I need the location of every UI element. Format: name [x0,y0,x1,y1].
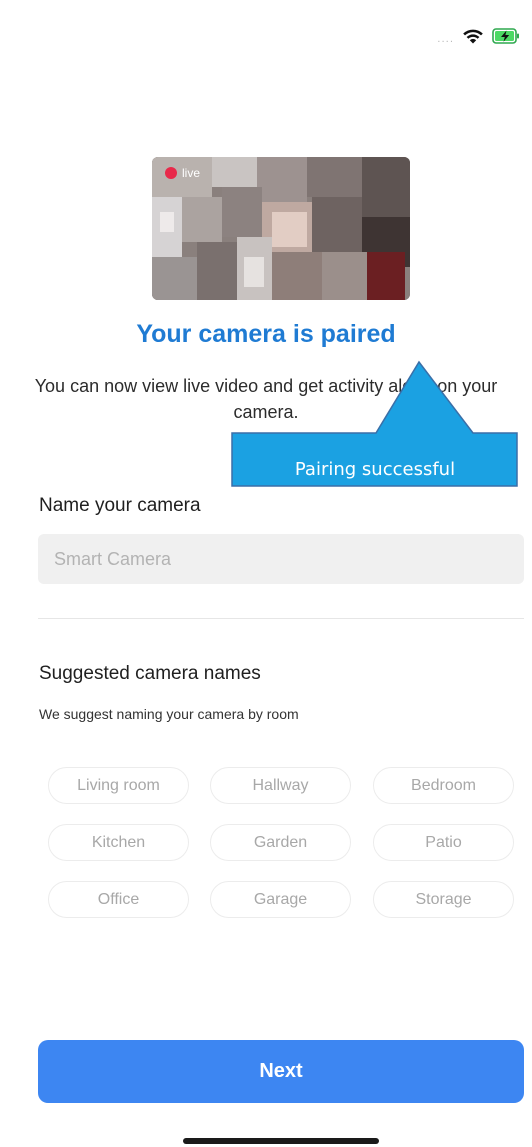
live-badge: live [165,166,200,180]
camera-name-input[interactable] [38,534,524,584]
camera-preview: live [152,157,410,300]
page-description: You can now view live video and get acti… [34,376,498,422]
chip-living-room[interactable]: Living room [48,767,189,804]
callout-label: Pairing successful [294,458,456,480]
chip-kitchen[interactable]: Kitchen [48,824,189,861]
suggestions-title: Suggested camera names [39,663,261,684]
chip-bedroom[interactable]: Bedroom [373,767,514,804]
name-section-label: Name your camera [39,495,201,516]
status-bar: .... [437,22,520,50]
battery-charging-icon [492,28,519,44]
chip-garage[interactable]: Garage [210,881,351,918]
suggestions-subtitle: We suggest naming your camera by room [39,706,299,722]
next-button[interactable]: Next [38,1040,524,1103]
chip-hallway[interactable]: Hallway [210,767,351,804]
divider [38,618,524,619]
page-title: Your camera is paired [136,320,396,348]
signal-indicator: .... [437,33,454,45]
chip-office[interactable]: Office [48,881,189,918]
wifi-icon [463,29,483,44]
chip-patio[interactable]: Patio [373,824,514,861]
chip-garden[interactable]: Garden [210,824,351,861]
live-label: live [182,166,201,180]
live-indicator-icon [165,167,177,179]
chip-storage[interactable]: Storage [373,881,514,918]
home-indicator [183,1138,379,1144]
